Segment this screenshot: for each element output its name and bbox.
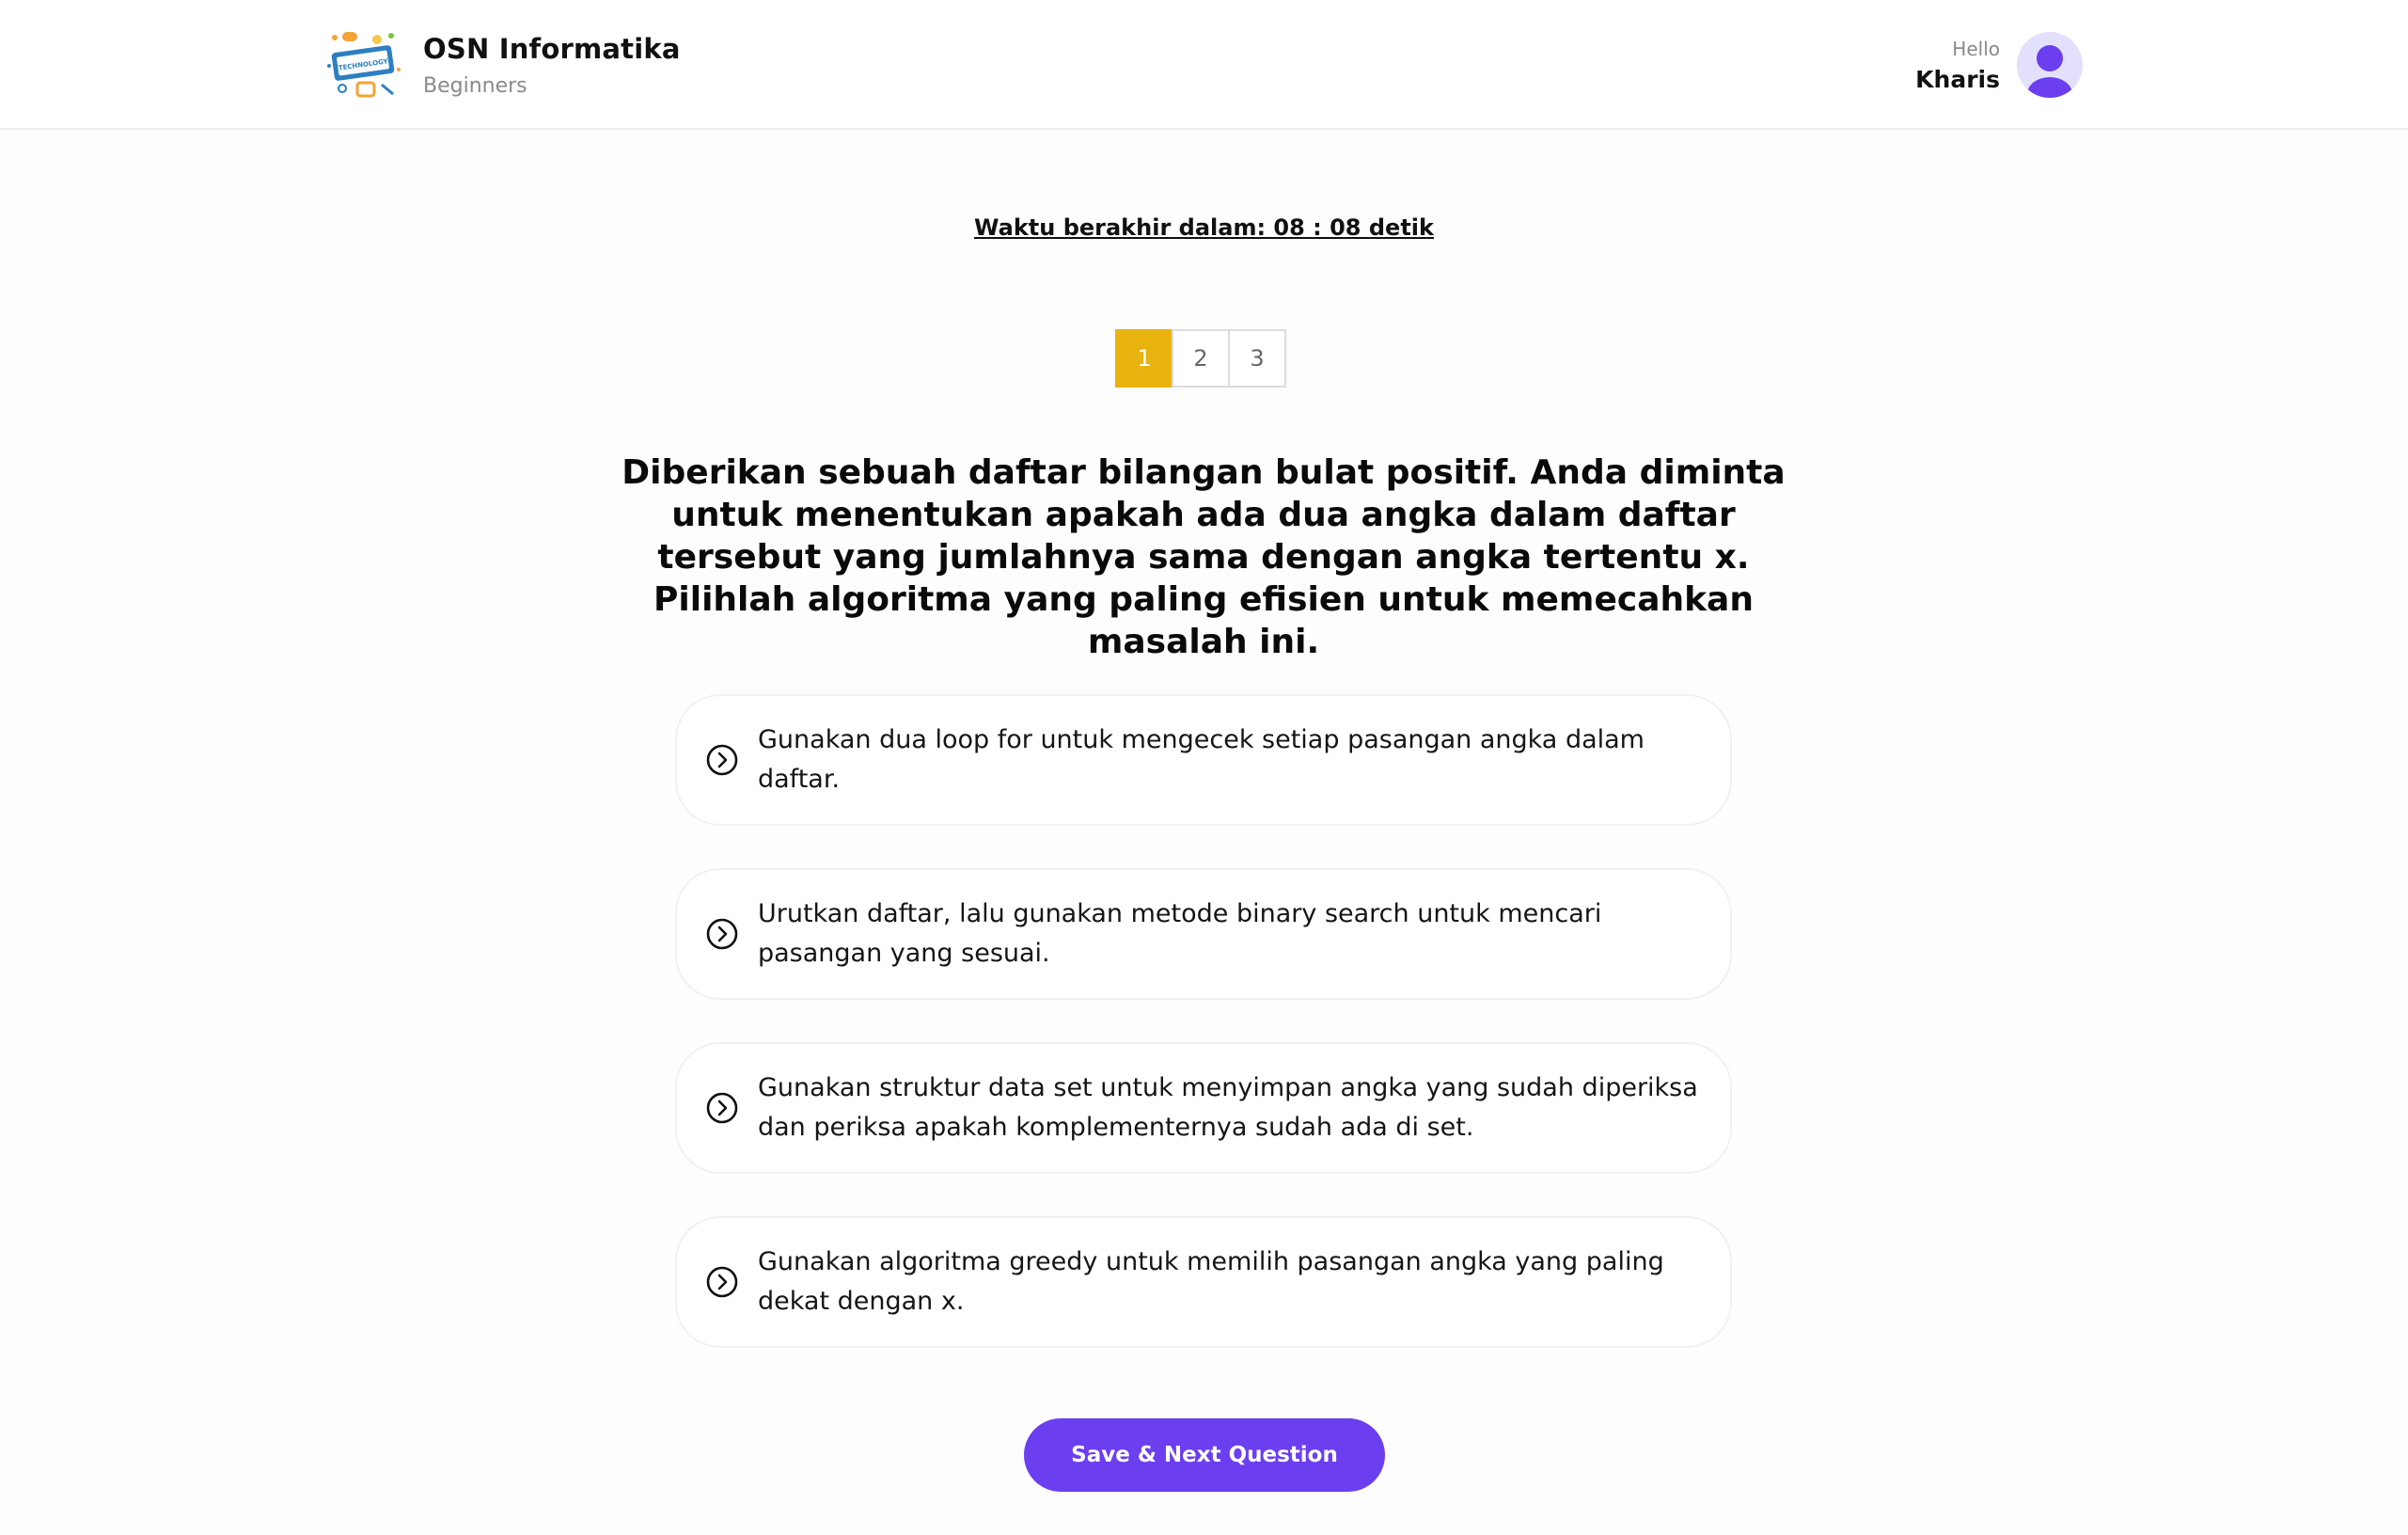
- avatar[interactable]: [2017, 32, 2083, 98]
- chevron-circle-right-icon: [706, 744, 738, 776]
- answer-option-3[interactable]: Gunakan struktur data set untuk menyimpa…: [675, 1042, 1732, 1174]
- app-subtitle: Beginners: [423, 73, 527, 98]
- brand[interactable]: TECHNOLOGY OSN Informatika Beginners: [325, 28, 681, 102]
- answer-options: Gunakan dua loop for untuk mengecek seti…: [675, 694, 1732, 1390]
- technology-logo-icon: TECHNOLOGY: [327, 32, 401, 98]
- answer-option-text: Gunakan struktur data set untuk menyimpa…: [758, 1073, 1698, 1142]
- save-next-button[interactable]: Save & Next Question: [1024, 1418, 1385, 1492]
- answer-option-text: Gunakan dua loop for untuk mengecek seti…: [758, 725, 1645, 794]
- answer-option-text: Gunakan algoritma greedy untuk memilih p…: [758, 1247, 1664, 1316]
- quiz-main: Waktu berakhir dalam: 08 : 08 detik 1 2 …: [0, 130, 2408, 1535]
- user-avatar-icon: [2027, 45, 2072, 98]
- chevron-circle-right-icon: [706, 1092, 738, 1124]
- question-text: Diberikan sebuah daftar bilangan bulat p…: [622, 453, 1786, 661]
- top-header: TECHNOLOGY OSN Informatika Beginners Hel…: [0, 0, 2408, 130]
- app-title: OSN Informatika: [423, 32, 681, 65]
- user-menu[interactable]: Hello Kharis: [1915, 32, 2083, 98]
- answer-option-2[interactable]: Urutkan daftar, lalu gunakan metode bina…: [675, 868, 1732, 1000]
- answer-option-4[interactable]: Gunakan algoritma greedy untuk memilih p…: [675, 1216, 1732, 1348]
- page-button-2[interactable]: 2: [1172, 329, 1230, 388]
- page-button-1[interactable]: 1: [1115, 329, 1173, 388]
- page-button-3[interactable]: 3: [1228, 329, 1286, 388]
- countdown-timer: Waktu berakhir dalam: 08 : 08 detik: [974, 214, 1434, 241]
- chevron-circle-right-icon: [706, 1266, 738, 1298]
- question-pagination: 1 2 3: [1115, 329, 1286, 388]
- greeting: Hello: [1952, 37, 2000, 60]
- user-name: Kharis: [1915, 65, 2000, 93]
- answer-option-1[interactable]: Gunakan dua loop for untuk mengecek seti…: [675, 694, 1732, 826]
- chevron-circle-right-icon: [706, 918, 738, 950]
- answer-option-text: Urutkan daftar, lalu gunakan metode bina…: [758, 899, 1602, 968]
